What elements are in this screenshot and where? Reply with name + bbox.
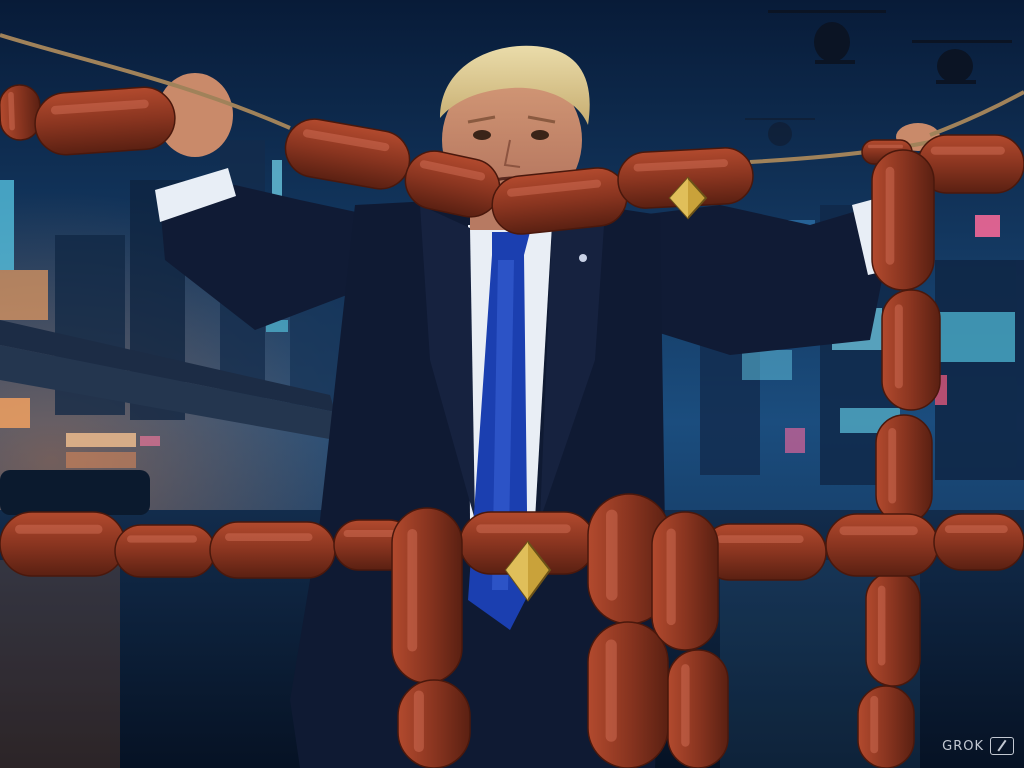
sausage-highlight xyxy=(839,526,918,536)
sausage-link xyxy=(865,571,921,687)
sausage-highlight xyxy=(868,144,903,149)
sausage-link xyxy=(825,513,939,577)
sausage-link xyxy=(209,521,336,579)
sausage-link xyxy=(881,289,941,411)
scene-illustration xyxy=(0,0,1024,768)
sausage-highlight xyxy=(407,529,418,652)
sausage-link xyxy=(0,511,126,577)
sausage-highlight xyxy=(716,535,804,544)
sausage-link xyxy=(875,414,933,524)
scene: GROK xyxy=(0,0,1024,768)
sausage-link xyxy=(651,511,719,651)
sausage-link xyxy=(114,524,216,578)
sausage-highlight xyxy=(413,690,424,753)
sausage-link xyxy=(857,685,915,768)
sausage-link xyxy=(587,621,669,768)
sausage-highlight xyxy=(127,535,197,543)
sausage-highlight xyxy=(666,528,676,626)
street-reflection-left xyxy=(0,560,120,768)
flag-pin xyxy=(579,254,587,262)
sausage-link xyxy=(933,513,1024,571)
sausage-link xyxy=(397,679,471,768)
sausage-link xyxy=(0,84,42,141)
sausage-highlight xyxy=(225,533,313,542)
sausage-highlight xyxy=(476,524,571,534)
sausage-link xyxy=(667,649,729,768)
sausage-highlight xyxy=(15,524,103,534)
sausage-highlight xyxy=(888,427,897,504)
sausage-highlight xyxy=(343,530,400,537)
sausage-highlight xyxy=(606,509,618,601)
sausage-link xyxy=(871,149,935,291)
watermark: GROK xyxy=(942,736,1014,756)
sausage-link xyxy=(34,86,176,156)
sausage-highlight xyxy=(944,525,1008,534)
watermark-text: GROK xyxy=(942,738,984,754)
right-eye xyxy=(531,130,549,140)
sausage-highlight xyxy=(885,166,895,265)
right-arm xyxy=(640,205,885,355)
sausage-highlight xyxy=(877,585,886,666)
grok-logo-icon xyxy=(990,737,1014,755)
sausage-highlight xyxy=(894,304,903,389)
sausage-highlight xyxy=(605,639,617,742)
sausage-link xyxy=(391,507,463,684)
left-eye xyxy=(473,130,491,140)
sausage-link xyxy=(701,523,827,581)
sausage-highlight xyxy=(930,146,1005,155)
car-left xyxy=(0,470,150,515)
sausage-highlight xyxy=(681,664,690,747)
sausage-highlight xyxy=(870,695,879,754)
